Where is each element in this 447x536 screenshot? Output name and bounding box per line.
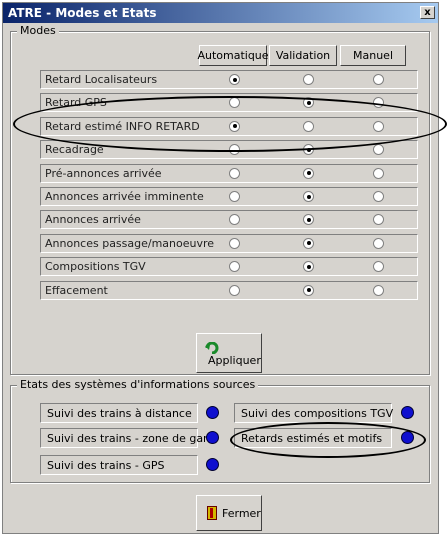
status-led-icon bbox=[206, 431, 219, 444]
mode-row: Pré-annonces arrivée bbox=[40, 163, 418, 183]
mode-radio-validation[interactable] bbox=[303, 167, 314, 179]
source-label: Suivi des trains - GPS bbox=[47, 459, 165, 472]
mode-radio-automatique[interactable] bbox=[229, 97, 240, 109]
mode-radio-automatique[interactable] bbox=[229, 167, 240, 179]
mode-radio-manuel[interactable] bbox=[373, 97, 384, 109]
mode-row: Recadrage bbox=[40, 140, 418, 160]
apply-label: Appliquer bbox=[208, 354, 261, 367]
modes-legend: Modes bbox=[17, 24, 59, 37]
source-suivi-distance: Suivi des trains à distance bbox=[40, 403, 198, 423]
mode-radio-manuel[interactable] bbox=[373, 237, 384, 249]
close-icon[interactable]: x bbox=[420, 6, 435, 19]
title-bar[interactable]: ATRE - Modes et Etats x bbox=[3, 3, 438, 23]
mode-radio-validation[interactable] bbox=[303, 97, 314, 109]
mode-row: Retard Localisateurs bbox=[40, 70, 418, 89]
mode-radio-automatique[interactable] bbox=[229, 214, 240, 226]
status-led-icon bbox=[206, 406, 219, 419]
mode-row-label: Compositions TGV bbox=[45, 260, 146, 274]
mode-radio-automatique[interactable] bbox=[229, 144, 240, 156]
mode-row-label: Annonces arrivée imminente bbox=[45, 190, 204, 203]
mode-row: Compositions TGV bbox=[40, 257, 418, 277]
mode-row: Annonces arrivée bbox=[40, 210, 418, 230]
mode-row-label: Recadrage bbox=[45, 143, 104, 157]
mode-row-label: Effacement bbox=[45, 283, 108, 297]
mode-radio-automatique[interactable] bbox=[229, 191, 240, 202]
mode-radio-validation[interactable] bbox=[303, 144, 314, 156]
mode-row: Effacement bbox=[40, 280, 418, 300]
mode-row: Annonces arrivée imminente bbox=[40, 187, 418, 206]
mode-radio-manuel[interactable] bbox=[373, 120, 384, 132]
mode-radio-manuel[interactable] bbox=[373, 74, 384, 85]
column-validation-button[interactable]: Validation bbox=[269, 45, 337, 66]
status-led-icon bbox=[401, 431, 414, 444]
source-label: Retards estimés et motifs bbox=[241, 432, 383, 445]
source-label: Suivi des trains à distance bbox=[47, 407, 192, 420]
mode-radio-validation[interactable] bbox=[303, 284, 314, 296]
mode-row: Retard GPS bbox=[40, 93, 418, 113]
source-suivi-zone-gare: Suivi des trains - zone de gare bbox=[40, 428, 214, 448]
mode-row-label: Annonces arrivée bbox=[45, 213, 141, 227]
mode-row-label: Pré-annonces arrivée bbox=[45, 166, 162, 180]
mode-radio-manuel[interactable] bbox=[373, 214, 384, 226]
source-suivi-compositions: Suivi des compositions TGV bbox=[234, 403, 394, 423]
atre-window: ATRE - Modes et Etats x Modes Automatiqu… bbox=[2, 2, 447, 534]
apply-arrow-icon bbox=[205, 342, 219, 354]
mode-row: Annonces passage/manoeuvre bbox=[40, 233, 418, 253]
column-automatique-button[interactable]: Automatique bbox=[197, 45, 269, 66]
sources-legend: Etats des systèmes d'informations source… bbox=[17, 378, 259, 391]
mode-row-label: Retard Localisateurs bbox=[45, 73, 158, 86]
mode-radio-validation[interactable] bbox=[303, 214, 314, 226]
mode-row-label: Annonces passage/manoeuvre bbox=[45, 236, 215, 250]
status-led-icon bbox=[206, 458, 219, 471]
mode-radio-automatique[interactable] bbox=[229, 261, 240, 273]
door-icon bbox=[207, 506, 217, 520]
mode-radio-validation[interactable] bbox=[303, 74, 314, 85]
mode-row: Retard estimé INFO RETARD bbox=[40, 116, 418, 136]
mode-radio-validation[interactable] bbox=[303, 237, 314, 249]
source-retards-estimes: Retards estimés et motifs bbox=[234, 428, 392, 448]
mode-radio-automatique[interactable] bbox=[229, 237, 240, 249]
mode-radio-automatique[interactable] bbox=[229, 284, 240, 296]
mode-row-label: Retard GPS bbox=[45, 96, 107, 110]
mode-radio-manuel[interactable] bbox=[373, 167, 384, 179]
mode-radio-manuel[interactable] bbox=[373, 261, 384, 273]
mode-radio-validation[interactable] bbox=[303, 261, 314, 273]
mode-radio-validation[interactable] bbox=[303, 191, 314, 202]
source-label: Suivi des trains - zone de gare bbox=[47, 432, 215, 445]
column-manuel-button[interactable]: Manuel bbox=[340, 45, 406, 66]
mode-radio-automatique[interactable] bbox=[229, 74, 240, 85]
mode-radio-validation[interactable] bbox=[303, 120, 314, 132]
window-title: ATRE - Modes et Etats bbox=[8, 6, 157, 20]
mode-row-label: Retard estimé INFO RETARD bbox=[45, 119, 200, 133]
mode-radio-manuel[interactable] bbox=[373, 191, 384, 202]
mode-radio-manuel[interactable] bbox=[373, 144, 384, 156]
mode-radio-automatique[interactable] bbox=[229, 120, 240, 132]
source-suivi-gps: Suivi des trains - GPS bbox=[40, 455, 198, 475]
apply-button[interactable]: Appliquer bbox=[196, 333, 262, 373]
close-button[interactable]: Fermer bbox=[196, 495, 262, 531]
source-label: Suivi des compositions TGV bbox=[241, 407, 394, 420]
mode-radio-manuel[interactable] bbox=[373, 284, 384, 296]
status-led-icon bbox=[401, 406, 414, 419]
close-label: Fermer bbox=[222, 507, 261, 520]
